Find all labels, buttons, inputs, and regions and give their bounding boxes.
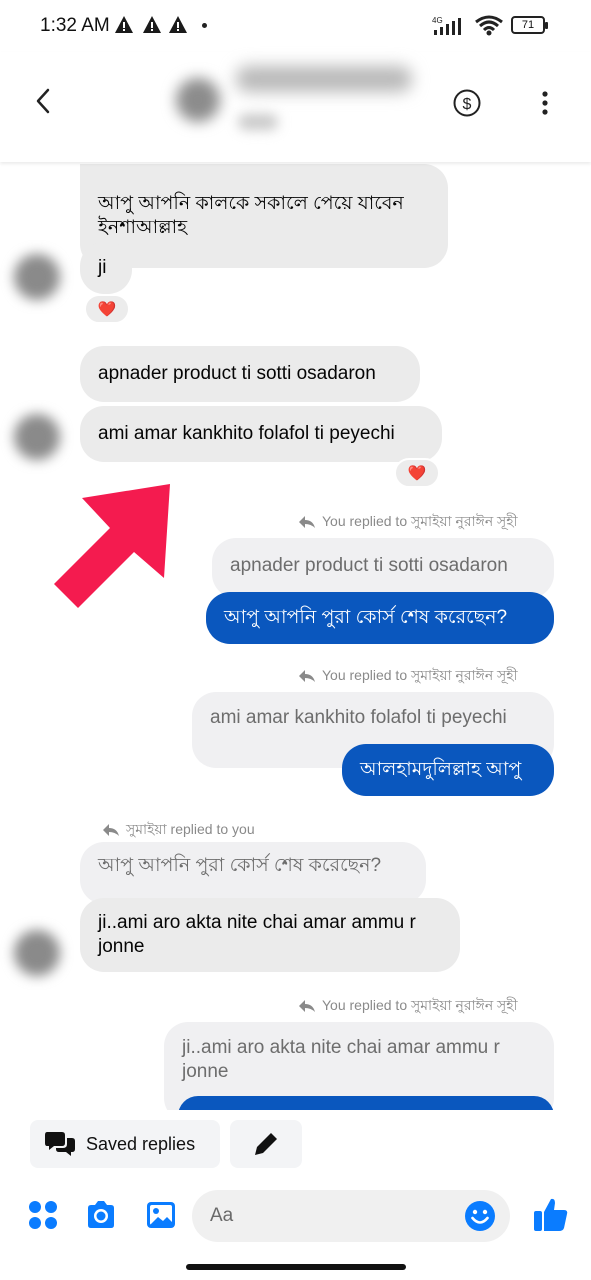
back-arrow-icon[interactable] [26, 84, 60, 118]
wifi-icon [475, 15, 503, 36]
camera-icon[interactable] [84, 1198, 118, 1232]
reply-note-text: You replied to সুমাইয়া নুরাঈন সূহী [322, 513, 518, 529]
incoming-message[interactable]: ji..ami aro akta nite chai amar ammu r j… [80, 898, 460, 972]
chat-header: $ [0, 52, 591, 162]
warning-icon [169, 16, 187, 33]
heart-reaction[interactable]: ❤️ [394, 458, 440, 488]
heart-icon: ❤️ [407, 464, 427, 482]
heart-icon: ❤️ [97, 300, 117, 318]
saved-replies-label: Saved replies [86, 1133, 196, 1154]
sender-avatar [14, 930, 60, 976]
saved-replies-button[interactable]: Saved replies [30, 1120, 220, 1168]
heart-reaction[interactable]: ❤️ [84, 294, 130, 324]
contact-status [238, 114, 278, 130]
incoming-message[interactable]: ami amar kankhito folafol ti peyechi [80, 406, 442, 462]
signal-icon: 4G [432, 16, 461, 35]
outgoing-message[interactable]: আলহামদুলিল্লাহ আপু [342, 744, 554, 796]
incoming-message[interactable]: ji [80, 242, 132, 294]
warning-icon [115, 16, 133, 33]
reply-note-text: সুমাইয়া replied to you [126, 821, 255, 837]
reply-note-text: You replied to সুমাইয়া নুরাঈন সূহী [322, 667, 518, 683]
status-time: 1:32 AM [40, 15, 110, 36]
emoji-icon[interactable] [464, 1200, 496, 1232]
gallery-icon[interactable] [144, 1198, 178, 1232]
edit-button[interactable] [230, 1120, 302, 1168]
home-indicator[interactable] [186, 1264, 406, 1270]
sender-avatar [14, 254, 60, 300]
outgoing-message[interactable]: আপু আপনি পুরা কোর্স শেষ করেছেন? [206, 592, 554, 644]
incoming-message[interactable]: আপু আপনি কালকে সকালে পেয়ে যাবেন ইনশাআল্… [80, 164, 448, 268]
incoming-message[interactable]: apnader product ti sotti osadaron [80, 346, 420, 402]
reply-icon [103, 824, 119, 836]
quoted-message[interactable]: আপু আপনি পুরা কোর্স শেষ করেছেন? [80, 842, 426, 904]
quoted-message[interactable]: apnader product ti sotti osadaron [212, 538, 554, 598]
battery-icon: 71 [511, 16, 548, 34]
status-dot [202, 23, 207, 28]
reply-note: You replied to সুমাইয়া নুরাঈন সূহী [298, 994, 518, 1018]
network-label: 4G [432, 16, 443, 25]
warning-icon [143, 16, 161, 33]
status-bar: 1:32 AM 4G 71 [0, 0, 591, 52]
pencil-icon [255, 1130, 280, 1155]
more-vertical-icon[interactable] [532, 88, 558, 118]
composer [0, 1182, 591, 1252]
apps-icon[interactable] [26, 1198, 60, 1232]
reply-note: You replied to সুমাইয়া নুরাঈন সূহী [298, 664, 518, 688]
contact-name [236, 66, 412, 92]
message-input[interactable] [192, 1190, 510, 1242]
chat-bubbles-icon [45, 1132, 75, 1156]
reply-icon [299, 670, 315, 682]
reply-note: সুমাইয়া replied to you [102, 818, 255, 842]
annotation-arrow [54, 484, 170, 608]
thumbs-up-icon[interactable] [532, 1196, 570, 1234]
message-list[interactable]: আপু আপনি কালকে সকালে পেয়ে যাবেন ইনশাআল্… [0, 162, 591, 1110]
outgoing-message[interactable] [178, 1096, 554, 1110]
reply-note-text: You replied to সুমাইয়া নুরাঈন সূহী [322, 997, 518, 1013]
reply-icon [299, 516, 315, 528]
contact-avatar [176, 78, 220, 122]
reply-note: You replied to সুমাইয়া নুরাঈন সূহী [298, 510, 518, 534]
reply-icon [299, 1000, 315, 1012]
svg-text:$: $ [463, 96, 472, 113]
sender-avatar [14, 414, 60, 460]
quick-actions: Saved replies [0, 1112, 591, 1178]
contact-info[interactable] [160, 52, 436, 148]
dollar-icon[interactable]: $ [452, 88, 482, 118]
